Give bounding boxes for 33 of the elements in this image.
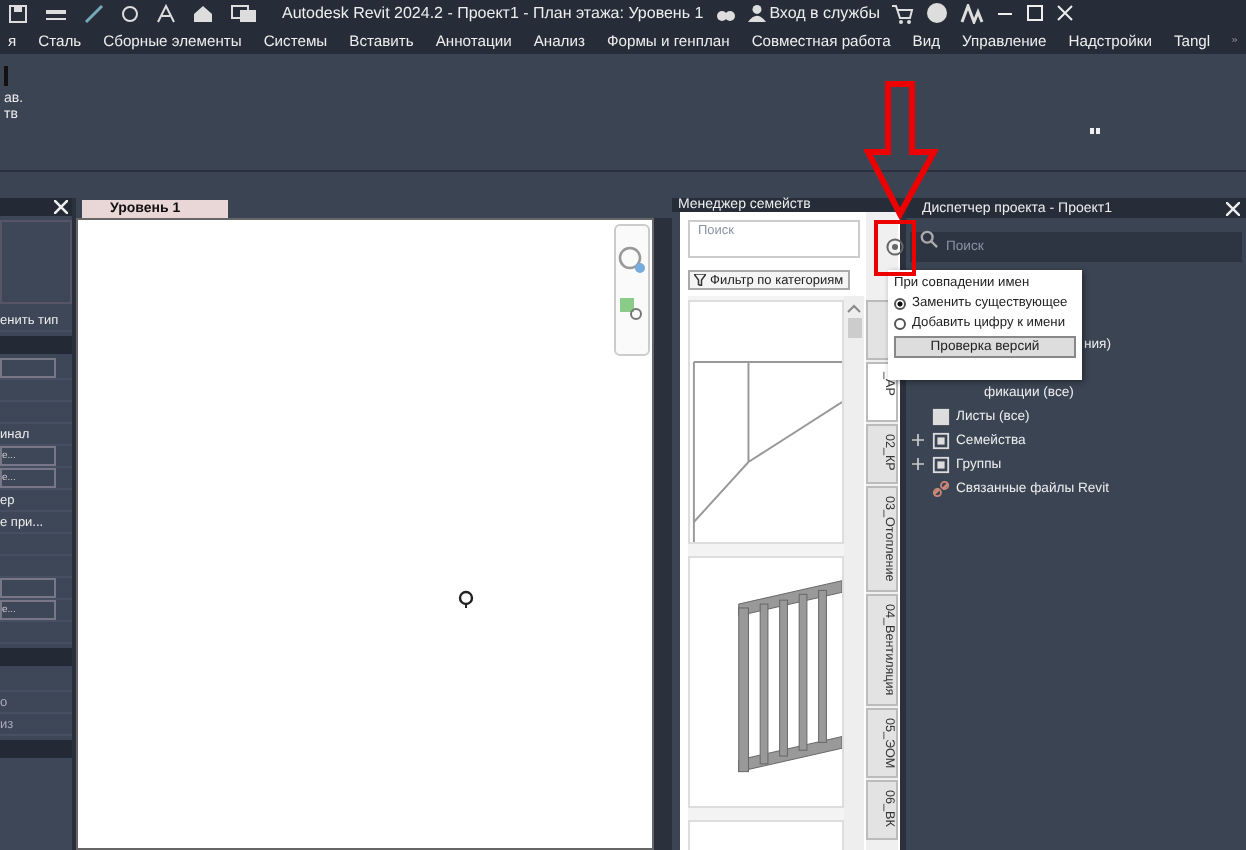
family-thumbnail[interactable] — [688, 300, 844, 544]
steering-wheel-icon[interactable] — [618, 246, 646, 274]
text-icon[interactable] — [156, 3, 176, 23]
sheet-icon — [932, 407, 950, 425]
radio-button[interactable] — [894, 297, 906, 309]
scroll-bar[interactable] — [844, 296, 864, 850]
link-icon — [932, 479, 950, 497]
cursor-icon — [458, 590, 474, 608]
navigation-bar[interactable] — [614, 224, 650, 356]
close-icon[interactable] — [1226, 201, 1240, 215]
scroll-bar[interactable] — [654, 218, 672, 850]
settings-icon[interactable] — [886, 238, 904, 256]
search-icon — [920, 230, 938, 248]
zoom-icon[interactable] — [620, 298, 644, 322]
radio-button[interactable] — [894, 317, 906, 329]
close-icon[interactable] — [54, 200, 68, 214]
maximize-icon[interactable] — [1026, 4, 1045, 22]
family-thumbnail[interactable] — [688, 556, 844, 808]
family-icon — [932, 431, 950, 449]
expand-icon[interactable] — [912, 458, 924, 470]
property-field[interactable] — [0, 578, 56, 598]
close-icon[interactable] — [1056, 4, 1075, 22]
expand-icon[interactable] — [912, 434, 924, 446]
more-icon[interactable] — [1090, 128, 1102, 134]
property-field[interactable] — [0, 358, 56, 378]
switch-windows-icon[interactable] — [230, 3, 258, 23]
funnel-icon — [694, 274, 706, 286]
cart-icon[interactable] — [892, 3, 915, 23]
window-title: Autodesk Revit 2024.2 - Проект1 - План этажа: Уровень 1 — [282, 4, 704, 22]
user-icon — [747, 4, 766, 22]
sign-in-button[interactable]: Вход в службы — [747, 4, 881, 22]
group-icon — [932, 455, 950, 473]
save-icon[interactable] — [8, 3, 28, 23]
